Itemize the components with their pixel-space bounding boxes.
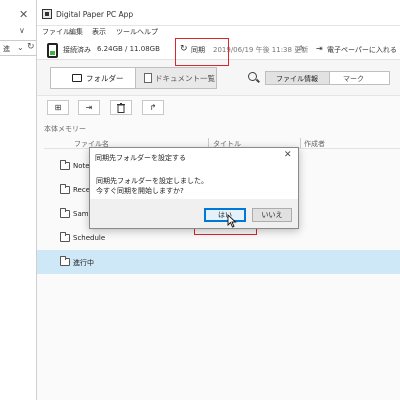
dialog-message-line2: 今すぐ同期を開始しますか? [96,187,184,195]
tab-mark[interactable]: マーク [330,72,389,84]
close-icon[interactable]: ✕ [284,150,292,160]
document-icon [144,73,152,83]
dialog-title: 同期先フォルダーを設定する [95,154,186,162]
menu-view[interactable]: 表示 [92,27,106,37]
address-value: 進 [3,45,10,53]
highlight-box-sync [175,38,229,66]
file-toolbar: ⊞ ⇥ ↱ [37,96,400,118]
tab-documents[interactable]: ドキュメント一覧 [136,68,216,88]
sync-folder-dialog: 同期先フォルダーを設定する ✕ 同期先フォルダーを設定しました。 今すぐ同期を開… [89,147,299,229]
export-to-device-button[interactable]: 電子ペーパーに入れる [327,45,397,55]
address-combo[interactable]: 進 ⌄ ↻ [0,40,37,56]
title-bar: Digital Paper PC App [37,0,400,26]
folder-icon [60,184,70,194]
menu-edit[interactable]: 編集 [69,27,83,37]
connection-status: 接続済み [63,46,91,54]
export-icon[interactable]: ⇥ [316,44,323,53]
storage-usage: 6.24GB / 11.08GB [97,45,160,53]
memory-section-label: 本体メモリー [44,125,86,133]
view-switcher: フォルダー ドキュメント一覧 [50,67,217,89]
search-icon[interactable] [248,72,257,81]
folder-icon [60,256,70,266]
menu-help[interactable]: ヘルプ [137,27,158,37]
file-row-selected[interactable]: 進行中 [37,250,400,274]
folder-icon [60,208,70,218]
folder-icon [72,74,82,82]
tab-file-info[interactable]: ファイル情報 [266,72,330,84]
warning-icon: ⚠ [298,44,305,52]
dialog-body: 同期先フォルダーを設定しました。 今すぐ同期を開始しますか? [90,165,298,199]
new-folder-button[interactable]: ⊞ [47,100,69,115]
device-icon [47,43,58,58]
tab-folder[interactable]: フォルダー [51,68,136,88]
tab-mark-label: マーク [343,75,364,83]
menu-tools[interactable]: ツール [116,27,137,37]
folder-icon [60,232,70,242]
dropdown-chevron-icon[interactable]: ⌄ [17,43,24,52]
background-window-strip: ✕ ∨ 進 ⌄ ↻ [0,0,37,400]
move-folder-button[interactable]: ↱ [142,100,164,115]
mouse-cursor-icon [227,214,237,228]
app-logo-icon [42,9,52,19]
file-name: 進行中 [73,259,94,267]
delete-button[interactable] [110,100,132,115]
file-name: Schedule [73,234,106,242]
tab-file-info-label: ファイル情報 [276,75,318,83]
column-divider[interactable] [300,138,301,148]
chevron-down-icon[interactable]: ∨ [19,26,25,35]
file-name: Note [73,162,90,170]
tab-folder-label: フォルダー [86,74,124,83]
tab-documents-label: ドキュメント一覧 [155,74,215,83]
column-author[interactable]: 作成者 [304,139,325,149]
refresh-icon[interactable]: ↻ [27,42,35,52]
trash-icon [117,103,125,113]
window-title: Digital Paper PC App [56,10,134,19]
folder-icon [60,160,70,170]
dialog-footer: はい いいえ [90,199,298,228]
dialog-message-line1: 同期先フォルダーを設定しました。 [96,177,208,185]
close-icon[interactable]: ✕ [19,8,28,21]
yes-button[interactable]: はい [204,208,246,222]
info-switcher: ファイル情報 マーク [265,71,390,85]
no-button[interactable]: いいえ [252,208,292,222]
menu-bar: ファイル 編集 表示 ツール ヘルプ [37,26,400,38]
import-button[interactable]: ⇥ [78,100,100,115]
menu-file[interactable]: ファイル [42,27,70,37]
